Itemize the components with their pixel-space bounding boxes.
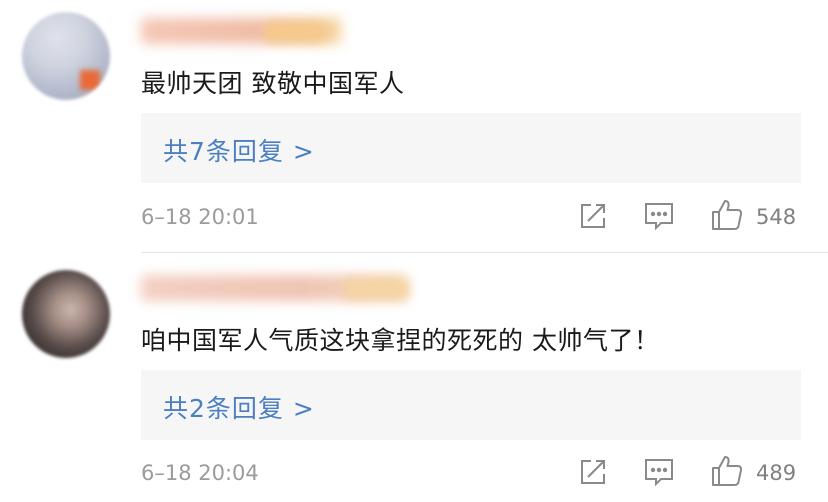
avatar[interactable] <box>22 270 110 358</box>
view-replies-link[interactable]: 共2条回复 > <box>163 389 315 425</box>
thumbs-up-icon[interactable] <box>710 454 744 488</box>
user-badge-blurred <box>345 279 409 299</box>
like-count: 489 <box>756 461 797 485</box>
comment-item: 咱中国军人气质这块拿捏的死死的 太帅气了！ 共2条回复 > 6–18 20:04… <box>0 0 828 502</box>
share-icon[interactable] <box>577 456 609 488</box>
comment-text: 咱中国军人气质这块拿捏的死死的 太帅气了！ <box>141 326 660 355</box>
comment-icon[interactable] <box>643 456 675 488</box>
replies-box[interactable]: 共2条回复 > <box>141 370 801 440</box>
comment-timestamp: 6–18 20:04 <box>141 461 259 485</box>
